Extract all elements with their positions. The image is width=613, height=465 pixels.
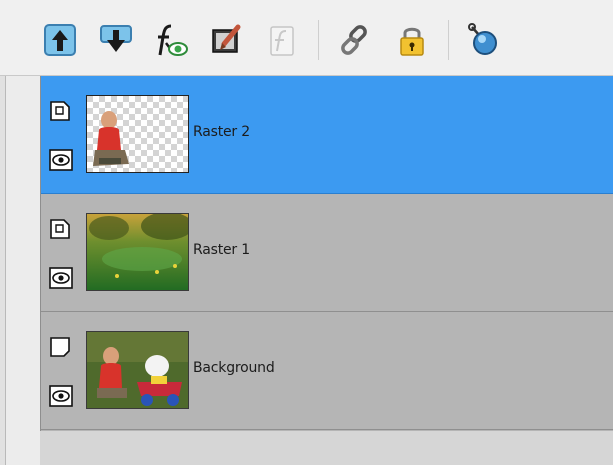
layer-properties-button[interactable] (206, 20, 246, 60)
link-layers-button[interactable] (334, 20, 374, 60)
toolbar-separator (448, 20, 449, 60)
paint-brush-icon (212, 24, 241, 53)
panel-left-edge (0, 76, 6, 465)
layer-thumbnail (86, 95, 189, 173)
eye-visibility-icon[interactable] (49, 267, 73, 289)
raster-layer-type-icon (49, 218, 71, 240)
layer-effects-button[interactable] (150, 20, 190, 60)
blue-knob-icon (468, 23, 497, 55)
layer-name-label: Raster 1 (193, 242, 250, 258)
layer-thumbnail (86, 331, 189, 409)
layer-style-button[interactable] (262, 20, 302, 60)
eye-visibility-icon[interactable] (49, 385, 73, 407)
layer-name-label: Background (193, 360, 275, 376)
layer-thumbnail (86, 213, 189, 291)
chain-link-icon (341, 25, 367, 55)
layers-list: Raster 2 Raster 1 Background (40, 76, 613, 431)
layer-row-raster-2[interactable]: Raster 2 (41, 76, 613, 194)
layer-opacity-button[interactable] (462, 20, 502, 60)
padlock-icon (400, 27, 424, 56)
layer-name-label: Raster 2 (193, 124, 250, 140)
move-layer-up-button[interactable] (40, 20, 80, 60)
fx-eye-icon (158, 24, 188, 56)
move-layer-down-button[interactable] (96, 20, 136, 60)
arrow-up-icon (44, 24, 76, 56)
layer-row-background[interactable]: Background (41, 312, 613, 430)
layers-toolbar (0, 0, 613, 76)
arrow-down-icon (100, 25, 132, 52)
style-icon-disabled (270, 26, 294, 56)
toolbar-separator (318, 20, 319, 60)
raster-layer-type-icon (49, 100, 71, 122)
layer-row-raster-1[interactable]: Raster 1 (41, 194, 613, 312)
layers-empty-area (40, 431, 613, 465)
lock-layer-button[interactable] (392, 20, 432, 60)
background-layer-type-icon (49, 336, 71, 358)
eye-visibility-icon[interactable] (49, 149, 73, 171)
